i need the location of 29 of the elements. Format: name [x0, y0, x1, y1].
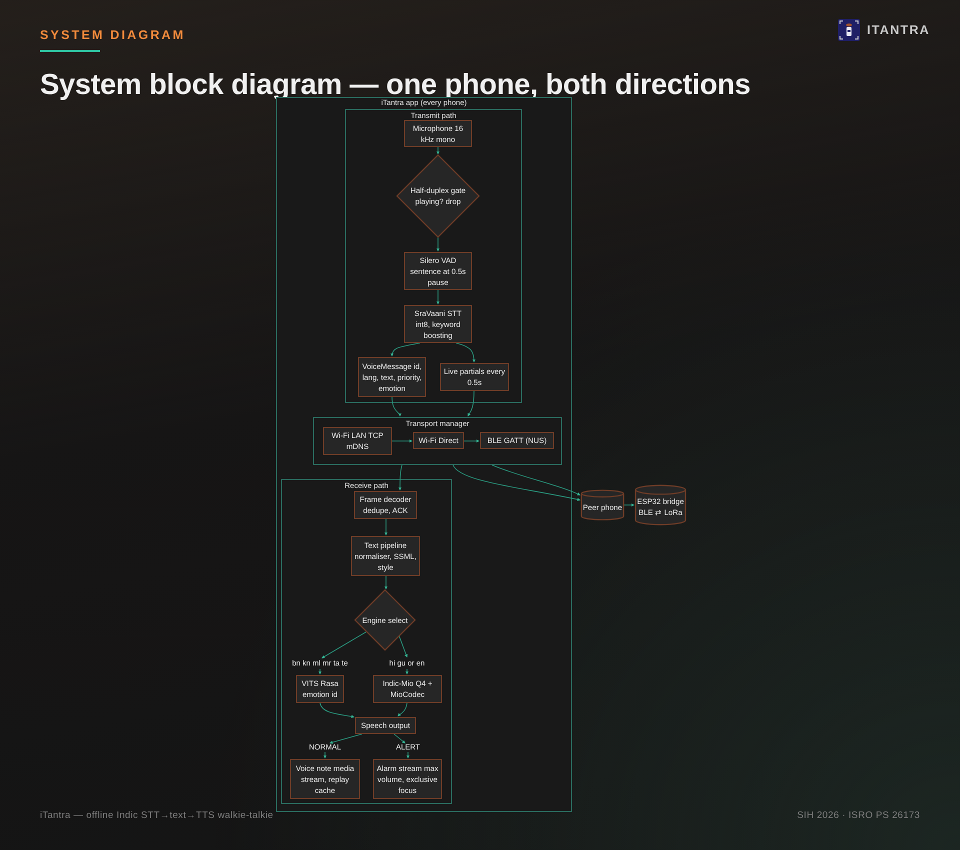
connector-line	[392, 439, 413, 443]
connector-line	[394, 734, 406, 744]
connector-line	[406, 752, 410, 759]
brand-name: ITANTRA	[866, 23, 930, 37]
radio-icon	[838, 19, 860, 41]
connector-line	[624, 503, 635, 507]
connector-line	[318, 668, 322, 675]
connector-line	[456, 342, 476, 363]
connector-line	[329, 734, 362, 744]
accent-underline	[40, 50, 100, 52]
connector-line	[464, 439, 480, 443]
connector-line	[384, 518, 388, 536]
connector-line	[436, 146, 440, 155]
connector-line	[398, 464, 402, 491]
connector-line	[468, 390, 474, 416]
footer-reference: SIH 2026 · ISRO PS 26173	[797, 810, 920, 821]
section-label: SYSTEM DIAGRAM	[40, 28, 186, 42]
connector-line	[320, 702, 355, 718]
connector-line	[436, 236, 440, 252]
connector-line	[392, 396, 402, 417]
connector-line	[436, 290, 440, 305]
connector-line	[323, 752, 327, 759]
connector-line	[384, 576, 388, 590]
connector-line	[405, 668, 409, 675]
page-title: System block diagram — one phone, both directions	[40, 68, 752, 101]
connector-line	[398, 702, 408, 716]
footer-caption: iTantra — offline Indic STT→text→TTS walkie-talkie	[40, 810, 274, 821]
connector-line	[390, 342, 420, 357]
connector-line	[322, 632, 366, 658]
